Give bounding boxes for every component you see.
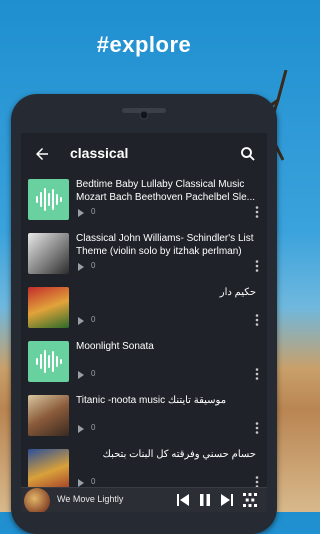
list-item[interactable]: Classical John Williams- Schindler's Lis… bbox=[21, 229, 267, 283]
play-icon bbox=[78, 479, 84, 487]
play-count: 0 bbox=[91, 369, 96, 378]
play-icon bbox=[78, 371, 84, 379]
titanic-thumbnail bbox=[28, 395, 69, 436]
shuffle-grid-icon[interactable] bbox=[243, 493, 257, 507]
play-count: 0 bbox=[91, 315, 96, 324]
mini-player[interactable]: We Move Lightly bbox=[21, 487, 267, 512]
play-count: 0 bbox=[91, 477, 96, 486]
track-title: حسام حسني وفرقته كل البنات بتحبك bbox=[102, 449, 256, 460]
search-icon[interactable] bbox=[239, 145, 257, 163]
play-count: 0 bbox=[91, 261, 96, 270]
now-playing-artwork bbox=[24, 488, 50, 512]
banner-title: #explore bbox=[96, 32, 192, 57]
list-item[interactable]: Titanic -noota music موسيقة تايتنك 0 bbox=[21, 391, 267, 445]
search-toolbar: classical bbox=[21, 133, 267, 175]
track-title: Titanic -noota music موسيقة تايتنك bbox=[76, 395, 227, 406]
waveform-thumbnail bbox=[28, 179, 69, 220]
skip-previous-icon[interactable] bbox=[177, 493, 189, 507]
search-query[interactable]: classical bbox=[70, 145, 128, 161]
now-playing-title: We Move Lightly bbox=[57, 494, 124, 504]
play-icon bbox=[78, 317, 84, 325]
list-item[interactable]: Moonlight Sonata 0 bbox=[21, 337, 267, 391]
play-icon bbox=[78, 263, 84, 271]
phone-camera bbox=[139, 110, 149, 120]
list-item[interactable]: Bedtime Baby Lullaby Classical Music Moz… bbox=[21, 175, 267, 229]
track-title: Bedtime Baby Lullaby Classical Music Moz… bbox=[76, 179, 255, 203]
list-item[interactable]: حكيم دار 0 bbox=[21, 283, 267, 337]
waveform-icon bbox=[36, 188, 62, 211]
play-count: 0 bbox=[91, 423, 96, 432]
schindlers-list-thumbnail bbox=[28, 233, 69, 274]
skip-next-icon[interactable] bbox=[221, 493, 233, 507]
track-title: Moonlight Sonata bbox=[76, 341, 154, 352]
more-vert-icon[interactable] bbox=[255, 206, 259, 218]
more-vert-icon[interactable] bbox=[255, 260, 259, 272]
more-vert-icon[interactable] bbox=[255, 314, 259, 326]
app-screen: classical Bedtime Baby Lullaby Classical… bbox=[21, 133, 267, 512]
waveform-icon bbox=[36, 350, 62, 373]
track-title: Classical John Williams- Schindler's Lis… bbox=[76, 233, 254, 257]
poster-thumbnail bbox=[28, 449, 69, 490]
more-vert-icon[interactable] bbox=[255, 422, 259, 434]
track-title: حكيم دار bbox=[219, 287, 256, 298]
waveform-thumbnail bbox=[28, 341, 69, 382]
more-vert-icon[interactable] bbox=[255, 368, 259, 380]
play-count: 0 bbox=[91, 207, 96, 216]
play-icon bbox=[78, 425, 84, 433]
pause-icon[interactable] bbox=[199, 493, 211, 507]
back-arrow-icon[interactable] bbox=[33, 145, 51, 163]
play-icon bbox=[78, 209, 84, 217]
album-art-thumbnail bbox=[28, 287, 69, 328]
